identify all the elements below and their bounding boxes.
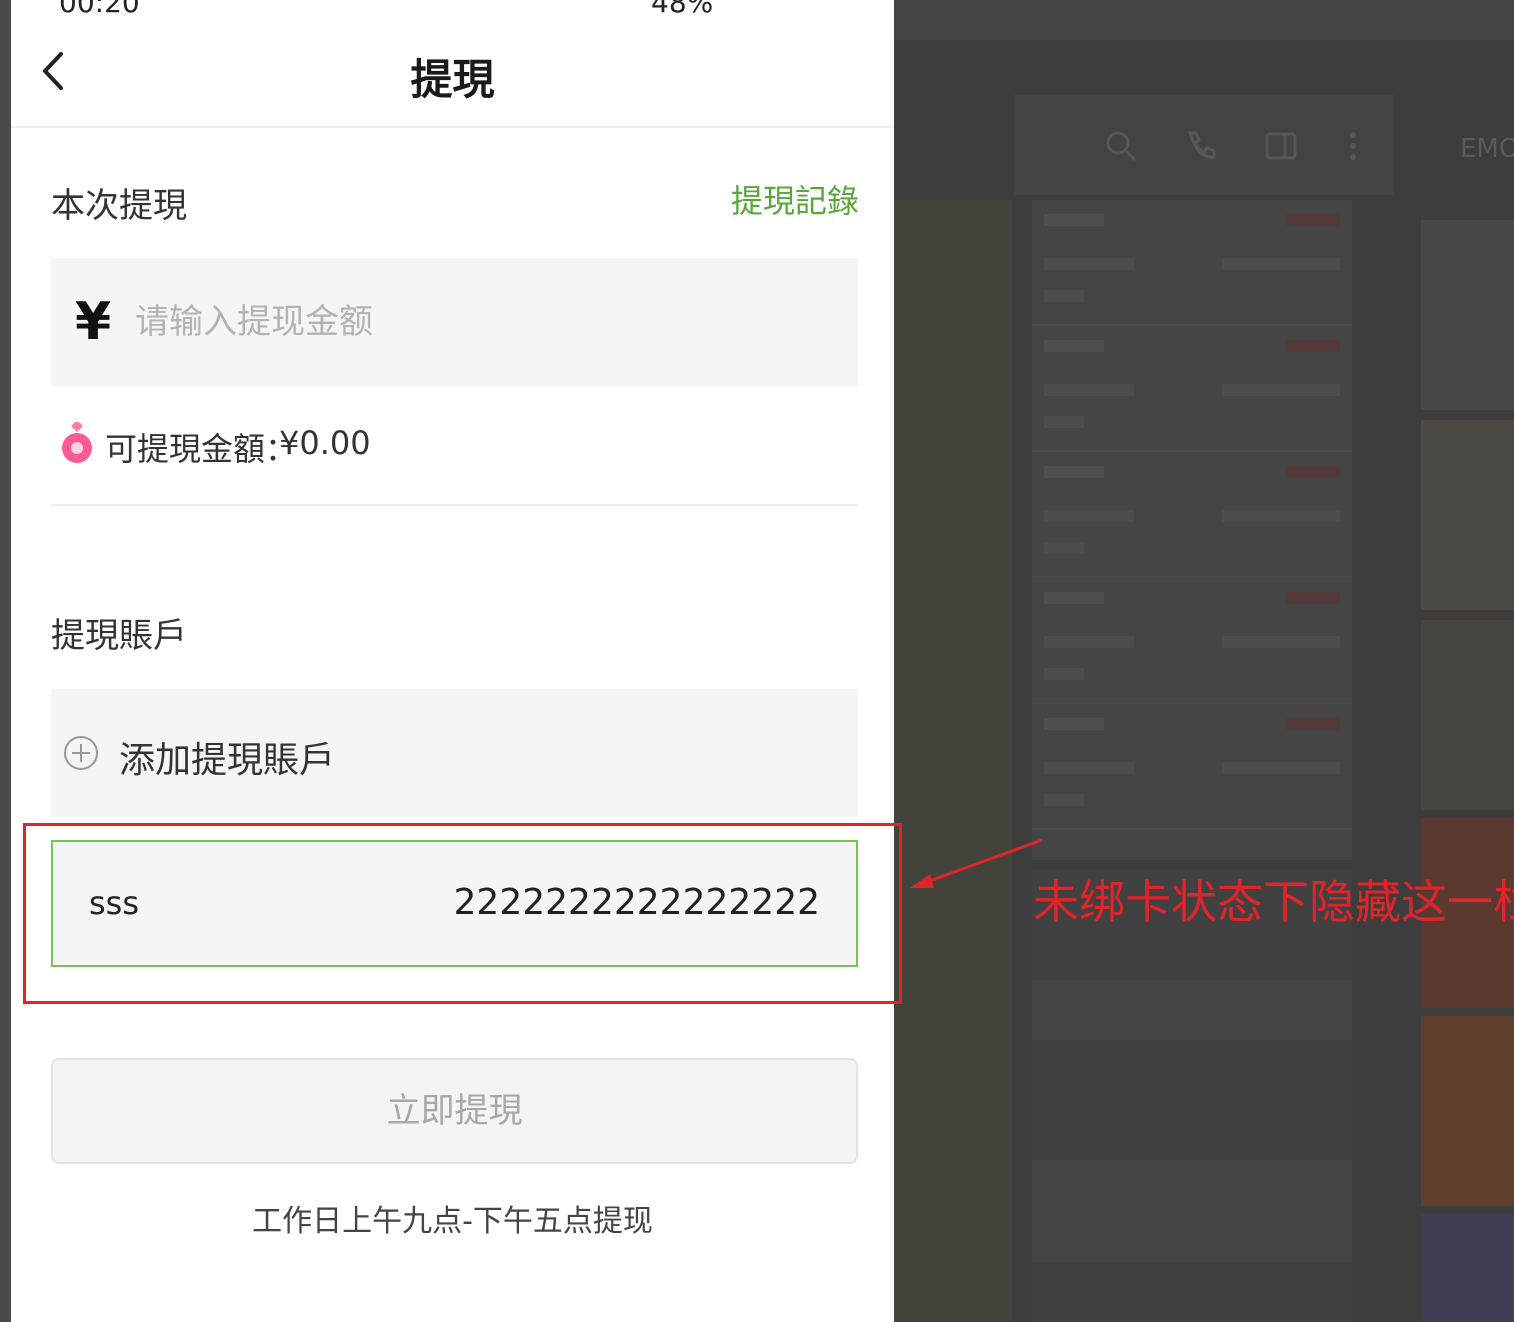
add-account-button[interactable]: 添加提現賬戶 xyxy=(51,689,858,817)
annotation-text: 未绑卡状态下隐藏这一栏 xyxy=(1033,875,1514,929)
available-amount-value: ¥0.00 xyxy=(279,424,371,462)
withdraw-now-button[interactable]: 立即提現 xyxy=(51,1058,858,1164)
arrow-icon xyxy=(910,838,1043,888)
status-battery: 48% xyxy=(651,0,714,19)
withdraw-screen: 00:20 48% 提現 本次提現 提現記錄 ¥ 可提現金額： ¥0.00 提現… xyxy=(11,0,894,1322)
background-record xyxy=(1032,200,1352,326)
status-time: 00:20 xyxy=(59,0,140,19)
search-icon xyxy=(1106,131,1137,162)
add-account-label: 添加提現賬戶 xyxy=(119,740,336,781)
background-thumbnails xyxy=(1421,220,1514,1322)
background-record xyxy=(1032,452,1352,578)
nav-bar: 提現 xyxy=(11,28,894,128)
amount-input[interactable] xyxy=(133,288,817,356)
background-window: EMO xyxy=(894,0,1514,1322)
background-record xyxy=(1032,326,1352,452)
background-toolbar xyxy=(1014,95,1394,195)
background-top-band xyxy=(894,0,1514,40)
background-record xyxy=(1032,578,1352,704)
more-icon xyxy=(1350,132,1356,160)
background-column xyxy=(894,200,1012,1322)
page-title: 提現 xyxy=(410,55,495,104)
withdraw-records-link[interactable]: 提現記錄 xyxy=(731,176,859,222)
left-window-edge xyxy=(0,0,11,1322)
background-label: EMO xyxy=(1460,134,1514,164)
available-amount-label: 可提現金額： xyxy=(105,430,298,468)
divider xyxy=(51,504,858,506)
money-bag-icon xyxy=(62,422,92,463)
plus-circle-icon xyxy=(64,736,98,770)
this-withdrawal-label: 本次提現 xyxy=(51,186,187,226)
highlight-box xyxy=(23,823,902,1004)
working-hours-note: 工作日上午九点-下午五点提现 xyxy=(252,1204,653,1239)
amount-field: ¥ xyxy=(51,258,858,386)
currency-symbol: ¥ xyxy=(75,292,112,352)
background-record-list xyxy=(1032,200,1352,860)
phone-icon xyxy=(1187,131,1216,159)
sidebar-icon xyxy=(1265,132,1297,160)
withdraw-account-label: 提現賬戶 xyxy=(51,616,187,656)
background-mini-preview xyxy=(1032,870,1352,1322)
background-record xyxy=(1032,704,1352,830)
